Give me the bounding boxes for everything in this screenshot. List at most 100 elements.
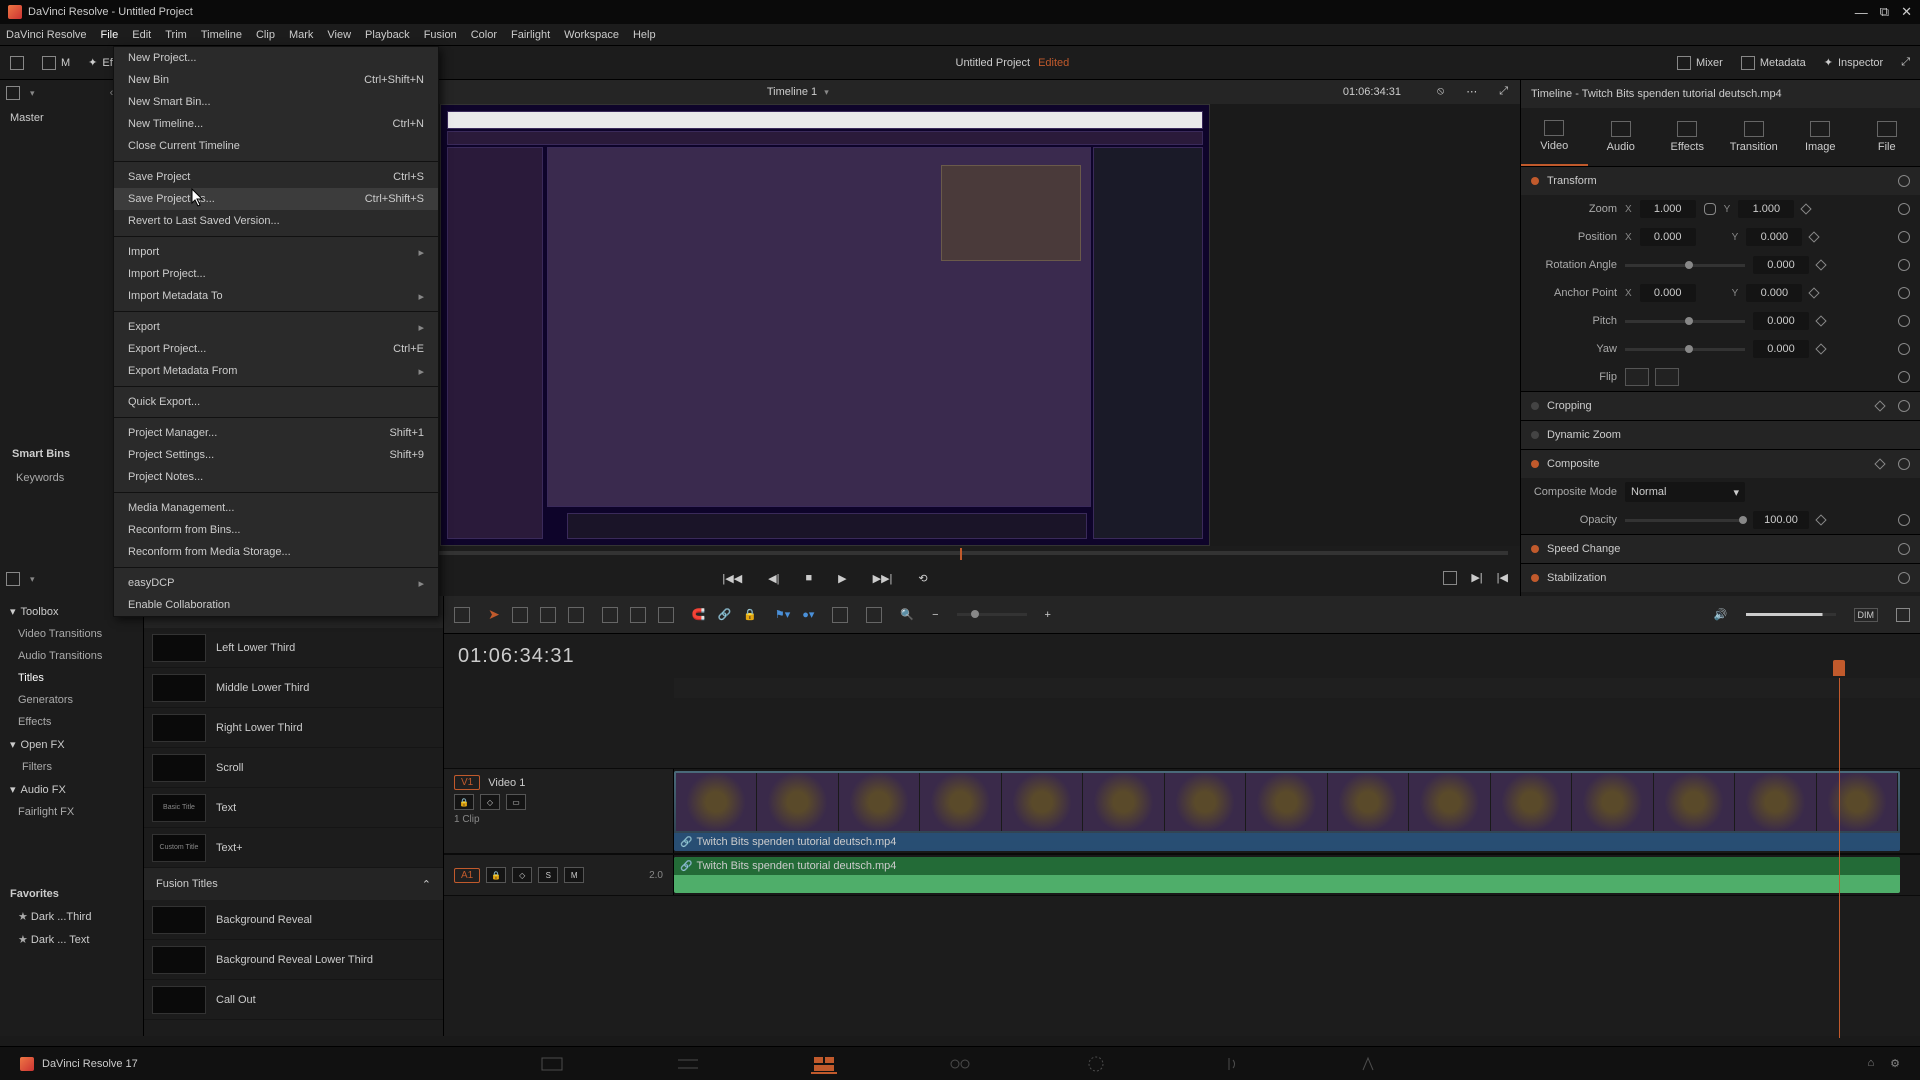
zoom-x-input[interactable]: 1.000	[1640, 200, 1696, 218]
opacity-kf[interactable]	[1815, 514, 1826, 525]
playhead[interactable]	[1833, 660, 1845, 676]
trim-tool[interactable]	[512, 607, 528, 623]
snap-icon[interactable]: 🧲	[692, 608, 706, 621]
volume-slider[interactable]	[1746, 613, 1836, 616]
a1-solo[interactable]: S	[538, 867, 558, 883]
pos-x-input[interactable]: 0.000	[1640, 228, 1696, 246]
file-menu-media-management[interactable]: Media Management...	[114, 497, 438, 519]
zoom-kf[interactable]	[1801, 203, 1812, 214]
timeline-ruler[interactable]	[674, 678, 1920, 698]
title-text[interactable]: Basic TitleText	[144, 788, 443, 828]
composite-mode-select[interactable]: Normal▾	[1625, 482, 1745, 502]
file-menu-project-settings[interactable]: Project Settings...Shift+9	[114, 444, 438, 466]
menu-view[interactable]: View	[327, 29, 351, 41]
loop-icon[interactable]: ⟲	[918, 572, 927, 585]
bypass-icon[interactable]: ⦸	[1437, 85, 1444, 98]
overwrite-tool[interactable]	[630, 607, 646, 623]
composite-header[interactable]: Composite	[1521, 450, 1920, 478]
speed-change-header[interactable]: Speed Change	[1521, 535, 1920, 563]
menu-fusion[interactable]: Fusion	[424, 29, 457, 41]
pos-y-input[interactable]: 0.000	[1746, 228, 1802, 246]
keywords-bin[interactable]: Keywords	[0, 468, 129, 488]
pitch-input[interactable]: 0.000	[1753, 312, 1809, 330]
crop-reset[interactable]	[1898, 400, 1910, 412]
video-clip[interactable]: 🔗 Twitch Bits spenden tutorial deutsch.m…	[674, 771, 1900, 851]
inspector-tab-effects[interactable]: Effects	[1654, 108, 1721, 166]
pitch-kf[interactable]	[1815, 315, 1826, 326]
replace-tool[interactable]	[658, 607, 674, 623]
file-menu-import[interactable]: Import	[114, 241, 438, 263]
media-pool-tab[interactable]: M	[42, 56, 70, 70]
title-scroll[interactable]: Scroll	[144, 748, 443, 788]
menu-workspace[interactable]: Workspace	[564, 29, 619, 41]
stop-icon[interactable]: ■	[805, 572, 812, 584]
zoom-reset[interactable]	[1898, 203, 1910, 215]
filters-item[interactable]: Filters	[0, 756, 143, 778]
goto-next-icon[interactable]: ▶|	[1471, 571, 1482, 585]
inspector-tab-file[interactable]: File	[1854, 108, 1920, 166]
zoom-fit-icon[interactable]: 🔍	[900, 608, 914, 621]
reset-transform-icon[interactable]	[1898, 175, 1910, 187]
last-frame-icon[interactable]: ▶▶|	[873, 572, 893, 585]
expand-viewer-icon[interactable]: ⤢	[1499, 85, 1508, 98]
anchor-kf[interactable]	[1809, 287, 1820, 298]
v1-badge[interactable]: V1	[454, 775, 480, 790]
crop-kf[interactable]	[1874, 400, 1885, 411]
effects-generators[interactable]: Generators	[0, 689, 143, 711]
fusion-title-background-reveal[interactable]: Background Reveal	[144, 900, 443, 940]
file-menu-import-metadata-to[interactable]: Import Metadata To	[114, 285, 438, 307]
yaw-reset[interactable]	[1898, 343, 1910, 355]
comp-reset[interactable]	[1898, 458, 1910, 470]
stabilization-header[interactable]: Stabilization	[1521, 564, 1920, 592]
link-tool-icon[interactable]: 🔗	[717, 608, 731, 621]
menu-trim[interactable]: Trim	[165, 29, 187, 41]
menu-davinci-resolve[interactable]: DaVinci Resolve	[6, 29, 87, 41]
expand-icon[interactable]: ⤢	[1901, 56, 1910, 69]
menu-timeline[interactable]: Timeline	[201, 29, 242, 41]
menu-help[interactable]: Help	[633, 29, 656, 41]
master-bin[interactable]: Master	[0, 106, 129, 130]
menu-playback[interactable]: Playback	[365, 29, 410, 41]
fusion-page-button[interactable]	[947, 1054, 973, 1074]
marker-icon[interactable]: ●▾	[802, 608, 814, 621]
inspector-tab-transition[interactable]: Transition	[1721, 108, 1788, 166]
link-icon[interactable]	[1704, 203, 1716, 215]
media-page-button[interactable]	[539, 1054, 565, 1074]
stab-reset[interactable]	[1898, 572, 1910, 584]
openfx-header[interactable]: ▾ Open FX	[0, 733, 143, 756]
timeline-name[interactable]: Timeline 1	[767, 86, 829, 98]
flag-icon[interactable]: ⚑▾	[775, 608, 790, 621]
search-timeline-icon[interactable]	[832, 607, 848, 623]
fav-dark-third[interactable]: ★ Dark ...Third	[0, 905, 143, 928]
file-menu-new-timeline[interactable]: New Timeline...Ctrl+N	[114, 113, 438, 135]
file-menu-save-project[interactable]: Save ProjectCtrl+S	[114, 166, 438, 188]
effects-titles[interactable]: Titles	[0, 667, 143, 689]
inspector-tab-audio[interactable]: Audio	[1588, 108, 1655, 166]
fairlight-fx-item[interactable]: Fairlight FX	[0, 801, 143, 823]
opts-icon[interactable]: ⋯	[1466, 85, 1477, 98]
yaw-slider[interactable]	[1625, 348, 1745, 351]
cut-page-button[interactable]	[675, 1054, 701, 1074]
effects-video-transitions[interactable]: Video Transitions	[0, 623, 143, 645]
anchor-y-input[interactable]: 0.000	[1746, 284, 1802, 302]
inspector-tab[interactable]: ✦ Inspector	[1824, 56, 1883, 69]
timeline-opts-icon[interactable]	[866, 607, 882, 623]
flip-v-button[interactable]	[1655, 368, 1679, 386]
flip-h-button[interactable]	[1625, 368, 1649, 386]
timeline-zoom-slider[interactable]	[957, 613, 1027, 616]
a1-lock[interactable]: 🔒	[486, 867, 506, 883]
file-menu-quick-export[interactable]: Quick Export...	[114, 391, 438, 413]
menu-color[interactable]: Color	[471, 29, 497, 41]
insert-tool[interactable]	[602, 607, 618, 623]
dynamic-zoom-header[interactable]: Dynamic Zoom	[1521, 421, 1920, 449]
goto-prev-icon[interactable]: |◀	[1497, 571, 1508, 585]
tl-view-icon[interactable]	[454, 607, 470, 623]
fairlight-page-button[interactable]	[1219, 1054, 1245, 1074]
play-icon[interactable]: ▶	[838, 572, 846, 585]
edit-page-button[interactable]	[811, 1054, 837, 1074]
file-menu-import-project[interactable]: Import Project...	[114, 263, 438, 285]
v1-disable[interactable]: ▭	[506, 794, 526, 810]
mixer-tab[interactable]: Mixer	[1677, 56, 1723, 70]
blade-tool[interactable]	[568, 607, 584, 623]
settings-icon[interactable]: ⚙	[1890, 1057, 1900, 1070]
